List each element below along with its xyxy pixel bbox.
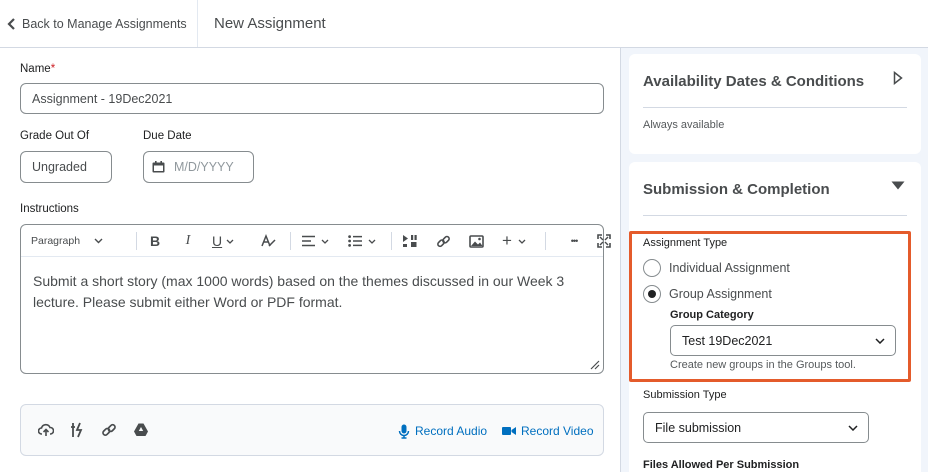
- grade-value: Ungraded: [32, 160, 87, 174]
- chevron-down-icon: [875, 337, 885, 344]
- group-category-value: Test 19Dec2021: [682, 333, 773, 348]
- toolbar-separator: [545, 232, 546, 250]
- back-to-manage-assignments-link[interactable]: Back to Manage Assignments: [0, 0, 198, 47]
- required-asterisk: *: [50, 63, 56, 75]
- image-icon: [468, 234, 484, 248]
- group-help-text: Create new groups in the Groups tool.: [670, 359, 856, 371]
- plus-glyph: +: [502, 231, 512, 250]
- record-video-label: Record Video: [521, 424, 594, 438]
- paragraph-style-label: Paragraph: [31, 235, 81, 247]
- upload-cloud-icon[interactable]: [38, 422, 54, 438]
- submission-type-label: Submission Type: [643, 389, 727, 401]
- align-left-icon: [302, 235, 315, 247]
- bulleted-list-icon: [348, 235, 362, 247]
- grade-out-of-input[interactable]: Ungraded: [20, 151, 112, 183]
- editor-toolbar: Paragraph B I U + •••: [21, 225, 611, 257]
- settings-panel: Availability Dates & Conditions Always a…: [620, 48, 928, 472]
- group-category-label: Group Category: [670, 309, 754, 321]
- divider: [643, 107, 907, 108]
- name-label: Name*: [20, 63, 55, 75]
- caret-down-icon[interactable]: [891, 181, 905, 190]
- fullscreen-button[interactable]: [596, 225, 612, 257]
- link-icon[interactable]: [101, 422, 117, 438]
- assignment-type-label: Assignment Type: [643, 237, 728, 249]
- align-dropdown[interactable]: [301, 225, 335, 257]
- chevron-down-icon: [226, 239, 234, 244]
- insert-stuff-icon: [403, 235, 417, 247]
- chevron-down-icon: [368, 239, 376, 244]
- insert-link-button[interactable]: [432, 225, 454, 257]
- submission-type-select[interactable]: File submission: [643, 412, 869, 443]
- toolbar-separator: [290, 232, 291, 250]
- files-allowed-label: Files Allowed Per Submission: [643, 459, 800, 471]
- chevron-left-icon: [7, 17, 15, 30]
- calendar-icon: [152, 161, 165, 173]
- availability-summary: Always available: [643, 119, 725, 131]
- submission-completion-card: Submission & Completion Assignment Type …: [629, 162, 921, 472]
- divider: [643, 215, 907, 216]
- name-label-text: Name: [20, 63, 51, 75]
- list-dropdown[interactable]: [348, 225, 382, 257]
- group-category-select[interactable]: Test 19Dec2021: [670, 325, 896, 356]
- name-input-value: Assignment - 19Dec2021: [32, 91, 173, 106]
- bold-button[interactable]: B: [145, 225, 165, 257]
- record-audio-button[interactable]: Record Audio: [398, 405, 487, 457]
- grade-out-of-label: Grade Out Of: [20, 130, 90, 142]
- underline-button[interactable]: U: [212, 225, 242, 257]
- page-title: New Assignment: [214, 15, 326, 32]
- individual-assignment-label[interactable]: Individual Assignment: [669, 261, 790, 275]
- video-camera-icon: [502, 427, 516, 435]
- more-actions-button[interactable]: •••: [562, 225, 586, 257]
- due-date-placeholder: M/D/YYYY: [174, 160, 234, 174]
- toolbar-separator: [391, 232, 392, 250]
- text-format-icon: [261, 234, 276, 247]
- italic-button[interactable]: I: [178, 225, 198, 257]
- google-drive-icon[interactable]: [133, 422, 149, 438]
- submission-type-value: File submission: [655, 420, 742, 435]
- name-input[interactable]: Assignment - 19Dec2021: [20, 83, 604, 114]
- insert-image-button[interactable]: [465, 225, 487, 257]
- back-link-label: Back to Manage Assignments: [22, 16, 187, 31]
- fullscreen-icon: [597, 234, 611, 248]
- resize-handle-icon[interactable]: [590, 360, 600, 370]
- chevron-down-icon: [94, 238, 103, 244]
- paragraph-style-dropdown[interactable]: Paragraph: [31, 225, 107, 257]
- insert-stuff-button[interactable]: [399, 225, 421, 257]
- group-assignment-label[interactable]: Group Assignment: [669, 287, 772, 301]
- underline-glyph: U: [212, 233, 223, 249]
- chevron-down-icon: [518, 239, 526, 244]
- top-bar: Back to Manage Assignments New Assignmen…: [0, 0, 928, 48]
- instructions-label: Instructions: [20, 203, 79, 215]
- chevron-down-icon: [321, 239, 329, 244]
- instructions-text[interactable]: Submit a short story (max 1000 words) ba…: [33, 271, 593, 313]
- individual-assignment-radio[interactable]: [643, 259, 661, 277]
- record-audio-label: Record Audio: [415, 424, 488, 438]
- link-icon: [436, 235, 450, 247]
- microphone-icon: [398, 424, 410, 439]
- due-date-input[interactable]: M/D/YYYY: [143, 151, 254, 183]
- chevron-down-icon: [848, 424, 858, 431]
- quicklink-icon[interactable]: [69, 422, 85, 438]
- attachments-bar: Record Audio Record Video: [20, 404, 604, 456]
- availability-title: Availability Dates & Conditions: [643, 73, 865, 90]
- instructions-editor: Paragraph B I U + ••• Submit a short sto…: [20, 224, 611, 374]
- due-date-label: Due Date: [143, 130, 192, 142]
- group-assignment-radio[interactable]: [643, 285, 661, 303]
- record-video-button[interactable]: Record Video: [502, 405, 594, 457]
- toolbar-separator: [136, 232, 137, 250]
- caret-right-icon[interactable]: [893, 71, 903, 85]
- insert-more-dropdown[interactable]: +: [502, 225, 534, 257]
- text-format-button[interactable]: [257, 225, 279, 257]
- submission-completion-title[interactable]: Submission & Completion: [643, 181, 830, 198]
- availability-card[interactable]: Availability Dates & Conditions Always a…: [629, 54, 921, 154]
